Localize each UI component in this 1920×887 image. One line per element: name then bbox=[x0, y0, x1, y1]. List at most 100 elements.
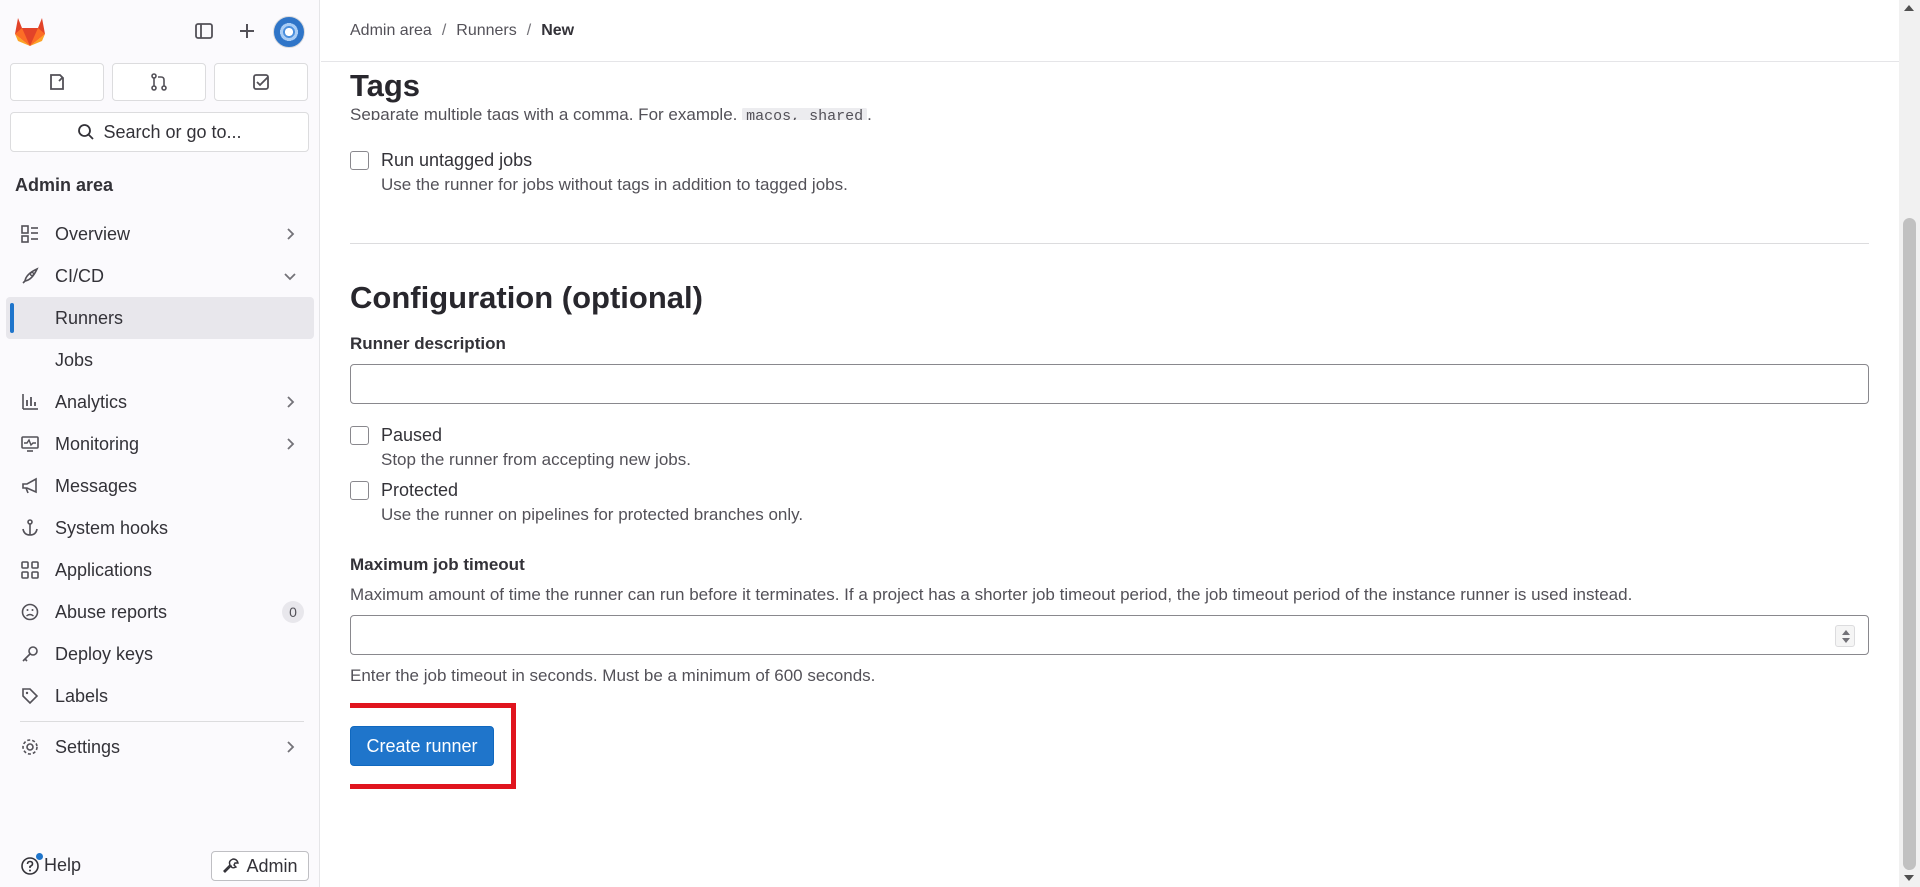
sad-face-icon bbox=[20, 602, 40, 622]
sidebar-top bbox=[0, 0, 320, 64]
label-icon bbox=[20, 686, 40, 706]
protected-help: Use the runner on pipelines for protecte… bbox=[381, 505, 804, 524]
sidebar-item-monitoring[interactable]: Monitoring bbox=[0, 423, 320, 465]
sidebar-item-overview[interactable]: Overview bbox=[0, 213, 320, 255]
chevron-right-icon bbox=[287, 228, 295, 240]
run-untagged-row: Run untagged jobs Use the runner for job… bbox=[350, 150, 848, 195]
count-badge: 0 bbox=[282, 601, 304, 623]
max-timeout-input[interactable] bbox=[350, 615, 1869, 655]
paused-label[interactable]: Paused bbox=[381, 425, 691, 446]
sidebar-item-label: Runners bbox=[55, 307, 124, 328]
todos-button[interactable] bbox=[214, 63, 308, 101]
search-button[interactable]: Search or go to... bbox=[10, 112, 309, 152]
sidebar-item-label: Labels bbox=[55, 685, 109, 706]
sidebar-item-label: Jobs bbox=[55, 349, 94, 370]
tags-help-text: Separate multiple tags with a comma. For… bbox=[350, 108, 872, 120]
sidebar-item-abuse-reports[interactable]: Abuse reports 0 bbox=[0, 591, 320, 633]
scroll-down-icon[interactable] bbox=[1904, 875, 1914, 881]
breadcrumb-separator: / bbox=[526, 22, 532, 39]
sidebar-toggle-icon[interactable] bbox=[191, 18, 217, 44]
sidebar-item-messages[interactable]: Messages bbox=[0, 465, 320, 507]
sidebar-divider bbox=[20, 721, 304, 722]
sidebar-item-applications[interactable]: Applications bbox=[0, 549, 320, 591]
applications-icon bbox=[20, 560, 40, 580]
scroll-thumb[interactable] bbox=[1903, 218, 1916, 870]
protected-row: Protected Use the runner on pipelines fo… bbox=[350, 480, 803, 525]
breadcrumb-new[interactable]: New bbox=[541, 22, 574, 40]
sidebar-item-label: CI/CD bbox=[55, 265, 104, 286]
page-scrollbar[interactable] bbox=[1899, 0, 1920, 887]
sidebar-section-title: Admin area bbox=[15, 175, 114, 195]
sidebar-item-label: Deploy keys bbox=[55, 643, 154, 664]
merge-request-icon bbox=[151, 73, 167, 91]
sidebar-item-label: Messages bbox=[55, 475, 138, 496]
tags-help-suffix: . bbox=[867, 108, 872, 120]
sidebar-item-jobs[interactable]: Jobs bbox=[0, 339, 320, 381]
search-icon bbox=[78, 124, 95, 140]
protected-label[interactable]: Protected bbox=[381, 480, 803, 501]
chevron-right-icon bbox=[287, 438, 295, 450]
tags-help-code: macos, shared bbox=[742, 108, 868, 120]
gitlab-logo-icon[interactable] bbox=[12, 14, 48, 48]
user-avatar[interactable] bbox=[273, 16, 305, 48]
chart-icon bbox=[20, 392, 40, 412]
help-button[interactable]: Help bbox=[20, 853, 81, 876]
rocket-icon bbox=[20, 266, 40, 286]
sidebar-item-label: Applications bbox=[55, 559, 153, 580]
paused-checkbox[interactable] bbox=[350, 426, 369, 445]
admin-button[interactable]: Admin bbox=[211, 851, 309, 881]
sidebar-item-labels[interactable]: Labels bbox=[0, 675, 320, 717]
max-timeout-label: Maximum job timeout bbox=[350, 555, 525, 574]
issues-button[interactable] bbox=[10, 63, 104, 101]
merge-requests-button[interactable] bbox=[112, 63, 206, 101]
sidebar: Search or go to... Admin area Overview C… bbox=[0, 0, 320, 887]
wrench-icon bbox=[223, 858, 240, 873]
max-timeout-hint: Enter the job timeout in seconds. Must b… bbox=[350, 666, 876, 685]
megaphone-icon bbox=[20, 476, 40, 496]
sidebar-item-label: Analytics bbox=[55, 391, 128, 412]
scroll-up-icon[interactable] bbox=[1904, 5, 1914, 11]
breadcrumb-runners[interactable]: Runners bbox=[456, 22, 516, 40]
sidebar-item-label: System hooks bbox=[55, 517, 169, 538]
run-untagged-checkbox[interactable] bbox=[350, 151, 369, 170]
overview-icon bbox=[20, 224, 40, 244]
sidebar-item-system-hooks[interactable]: System hooks bbox=[0, 507, 320, 549]
runner-description-input[interactable] bbox=[350, 364, 1869, 404]
breadcrumb: Admin area / Runners / New bbox=[350, 22, 574, 40]
paused-help: Stop the runner from accepting new jobs. bbox=[381, 450, 691, 469]
run-untagged-help: Use the runner for jobs without tags in … bbox=[381, 175, 848, 194]
configuration-heading: Configuration (optional) bbox=[350, 280, 703, 315]
protected-checkbox[interactable] bbox=[350, 481, 369, 500]
gear-icon bbox=[20, 737, 40, 757]
sidebar-item-label: Settings bbox=[55, 736, 121, 757]
runner-description-label: Runner description bbox=[350, 334, 506, 353]
tags-heading: Tags bbox=[350, 68, 431, 104]
create-runner-button[interactable]: Create runner bbox=[350, 726, 494, 766]
sidebar-item-analytics[interactable]: Analytics bbox=[0, 381, 320, 423]
anchor-icon bbox=[20, 518, 40, 538]
sidebar-item-deploy-keys[interactable]: Deploy keys bbox=[0, 633, 320, 675]
plus-icon[interactable] bbox=[234, 18, 260, 44]
key-icon bbox=[20, 644, 40, 664]
sidebar-item-label: Monitoring bbox=[55, 433, 140, 454]
chevron-down-icon bbox=[284, 273, 296, 281]
chevron-right-icon bbox=[287, 396, 295, 408]
todo-icon bbox=[253, 74, 269, 90]
tags-help-prefix: Separate multiple tags with a comma. For… bbox=[350, 108, 743, 120]
breadcrumb-admin-area[interactable]: Admin area bbox=[350, 22, 432, 40]
sidebar-item-runners[interactable]: Runners bbox=[6, 297, 314, 339]
top-header: Admin area / Runners / New bbox=[321, 0, 1899, 62]
notification-dot bbox=[36, 853, 43, 860]
sidebar-item-cicd[interactable]: CI/CD bbox=[0, 255, 320, 297]
monitor-icon bbox=[20, 434, 40, 454]
search-label: Search or go to... bbox=[103, 121, 242, 142]
issues-icon bbox=[50, 74, 64, 90]
breadcrumb-separator: / bbox=[441, 22, 447, 39]
sidebar-item-label: Abuse reports bbox=[55, 601, 168, 622]
main-content: Separate multiple tags with a comma. For… bbox=[350, 62, 1869, 887]
run-untagged-label[interactable]: Run untagged jobs bbox=[381, 150, 848, 171]
number-stepper[interactable] bbox=[1835, 625, 1855, 647]
quick-actions bbox=[10, 63, 308, 101]
sidebar-item-label: Overview bbox=[55, 223, 131, 244]
sidebar-item-settings[interactable]: Settings bbox=[0, 726, 320, 768]
